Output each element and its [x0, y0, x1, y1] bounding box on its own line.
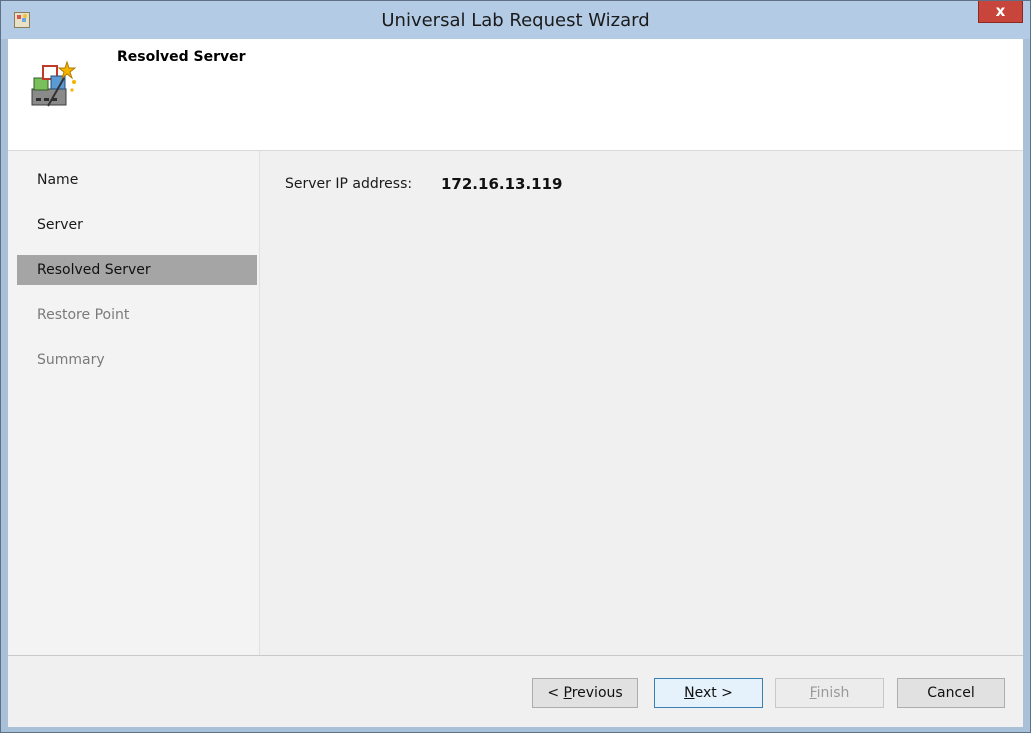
next-mnemonic: N — [684, 685, 695, 701]
previous-button[interactable]: < Previous — [532, 678, 638, 708]
next-button[interactable]: Next > — [654, 678, 763, 708]
server-ip-value: 172.16.13.119 — [441, 175, 563, 193]
finish-button: Finish — [775, 678, 884, 708]
nav-item-restore-point: Restore Point — [37, 307, 130, 323]
window-title: Universal Lab Request Wizard — [381, 10, 650, 31]
wizard-header: Resolved Server — [8, 39, 1023, 151]
wizard-steps-nav: Name Server Resolved Server Restore Poin… — [8, 151, 260, 655]
next-label: ext > — [694, 685, 733, 701]
page-title: Resolved Server — [117, 49, 246, 65]
cancel-button[interactable]: Cancel — [897, 678, 1005, 708]
wizard-content: Server IP address: 172.16.13.119 — [260, 151, 1023, 655]
server-ip-label: Server IP address: — [285, 176, 413, 192]
previous-prefix: < — [547, 685, 564, 701]
nav-item-name[interactable]: Name — [17, 165, 257, 195]
finish-mnemonic: F — [809, 685, 817, 701]
previous-label: revious — [571, 685, 623, 701]
nav-item-resolved-server[interactable]: Resolved Server — [17, 255, 257, 285]
close-button[interactable]: x — [978, 1, 1023, 23]
wizard-footer: < Previous Next > Finish Cancel — [8, 656, 1023, 727]
title-bar[interactable]: Universal Lab Request Wizard x — [1, 1, 1030, 39]
server-wizard-icon — [31, 60, 77, 107]
finish-label: inish — [816, 685, 850, 701]
wizard-window: Universal Lab Request Wizard x Resolved … — [0, 0, 1031, 733]
nav-item-summary: Summary — [37, 352, 105, 368]
nav-item-server[interactable]: Server — [17, 210, 257, 240]
previous-mnemonic: P — [563, 685, 572, 701]
wizard-client-area: Resolved Server Name Server Resolved Ser… — [8, 39, 1023, 727]
